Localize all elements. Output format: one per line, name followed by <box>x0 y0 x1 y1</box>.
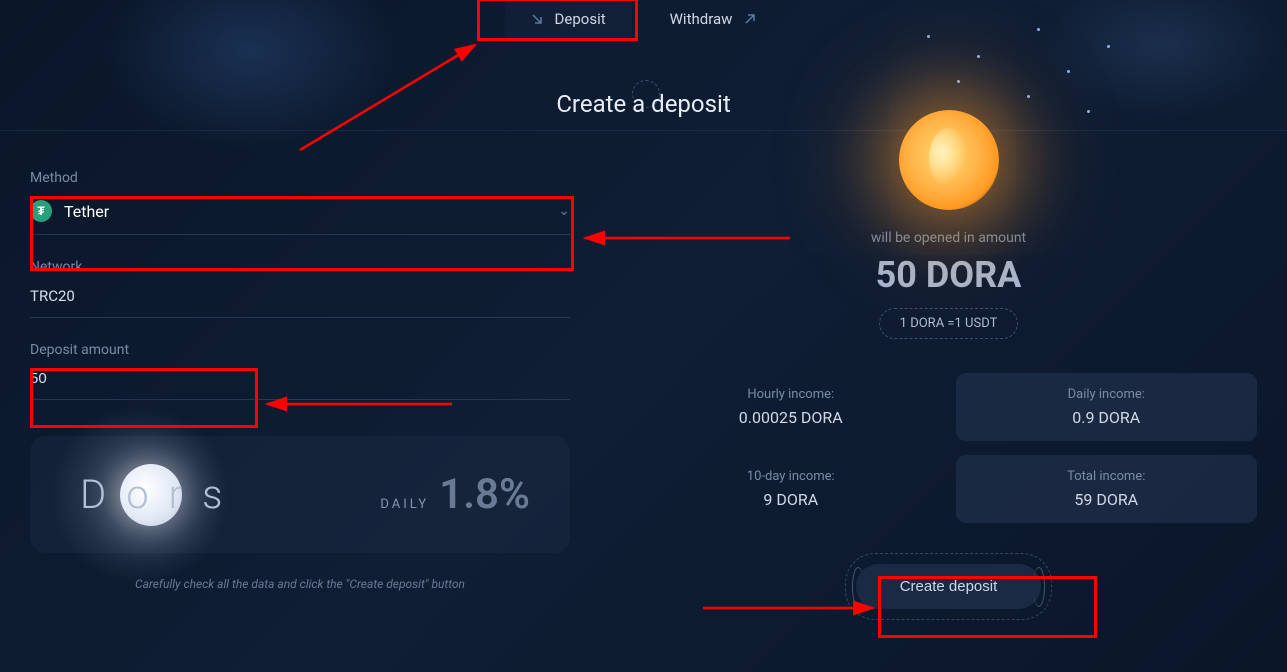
tenday-income-value: 9 DORA <box>660 490 922 509</box>
sun-icon <box>899 110 999 210</box>
amount-label: Deposit amount <box>30 342 570 358</box>
daily-income-value: 0.9 DORA <box>976 408 1238 427</box>
plan-name: Dors <box>80 471 242 518</box>
tenday-income-label: 10-day income: <box>660 469 922 484</box>
amount-field-group: Deposit amount <box>30 342 570 400</box>
method-value: Tether <box>64 202 109 221</box>
daily-label: DAILY <box>380 497 429 512</box>
total-income-label: Total income: <box>976 469 1238 484</box>
method-select[interactable]: ₮ Tether ⌄ <box>30 194 570 235</box>
tether-icon: ₮ <box>30 200 52 222</box>
hourly-income-value: 0.00025 DORA <box>660 408 922 427</box>
tab-deposit[interactable]: Deposit <box>505 0 632 38</box>
total-income-cell: Total income: 59 DORA <box>956 455 1258 523</box>
network-field-group: Network TRC20 <box>30 259 570 318</box>
create-button-wrapper: Create deposit <box>845 553 1053 620</box>
opened-label: will be opened in amount <box>871 230 1026 246</box>
tenday-income-cell: 10-day income: 9 DORA <box>640 455 942 523</box>
chevron-down-icon: ⌄ <box>558 203 570 219</box>
daily-rate-badge: DAILY 1.8% <box>380 470 530 519</box>
income-grid: Hourly income: 0.00025 DORA Daily income… <box>640 373 1257 523</box>
daily-income-label: Daily income: <box>976 387 1238 402</box>
daily-income-cell: Daily income: 0.9 DORA <box>956 373 1258 441</box>
hourly-income-label: Hourly income: <box>660 387 922 402</box>
arrow-up-right-icon <box>744 13 756 25</box>
top-tabs: Deposit Withdraw <box>0 0 1287 38</box>
create-deposit-button[interactable]: Create deposit <box>856 564 1042 609</box>
plan-card: Dors DAILY 1.8% <box>30 436 570 553</box>
method-field-group: Method ₮ Tether ⌄ <box>30 170 570 235</box>
button-decoration <box>1033 567 1045 607</box>
tab-deposit-label: Deposit <box>555 10 606 28</box>
dora-amount: 50 DORA <box>876 254 1022 296</box>
tab-withdraw-label: Withdraw <box>670 10 733 28</box>
method-label: Method <box>30 170 570 186</box>
network-label: Network <box>30 259 570 275</box>
deposit-form: Method ₮ Tether ⌄ Network TRC20 Deposit … <box>30 170 570 620</box>
hourly-income-cell: Hourly income: 0.00025 DORA <box>640 373 942 441</box>
tab-withdraw[interactable]: Withdraw <box>644 0 783 38</box>
conversion-badge: 1 DORA =1 USDT <box>879 308 1019 339</box>
summary-panel: will be opened in amount 50 DORA 1 DORA … <box>640 110 1257 620</box>
network-value: TRC20 <box>30 283 570 318</box>
amount-input[interactable] <box>30 366 570 400</box>
main-content: Method ₮ Tether ⌄ Network TRC20 Deposit … <box>0 118 1287 620</box>
daily-rate: 1.8% <box>439 470 530 519</box>
arrow-down-right-icon <box>531 13 543 25</box>
total-income-value: 59 DORA <box>976 490 1238 509</box>
